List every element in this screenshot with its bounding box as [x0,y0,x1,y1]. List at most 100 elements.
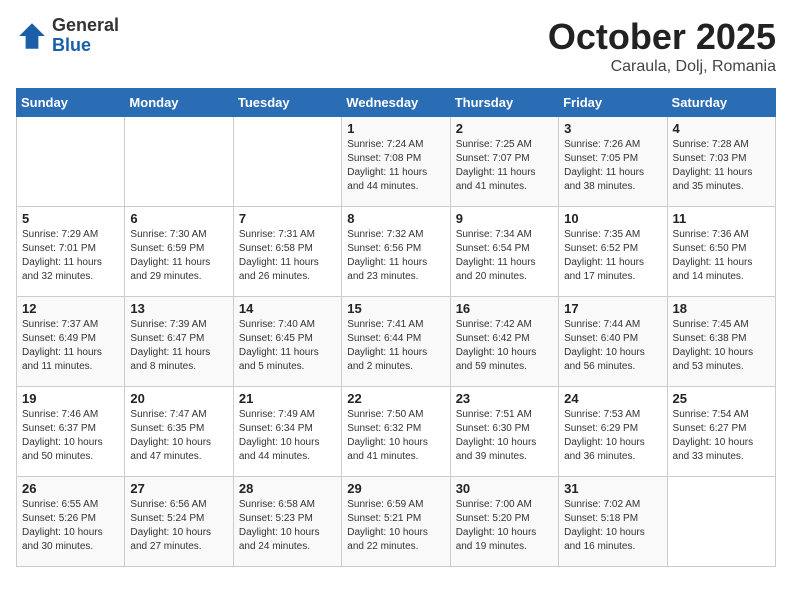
calendar-cell: 5 Sunrise: 7:29 AM Sunset: 7:01 PM Daylig… [17,207,125,297]
title-block: October 2025 Caraula, Dolj, Romania [548,16,776,76]
day-info: Sunrise: 7:51 AM Sunset: 6:30 PM Dayligh… [456,408,553,464]
calendar-cell: 3 Sunrise: 7:26 AM Sunset: 7:05 PM Daylig… [559,117,667,207]
week-row-5: 26Sunrise: 6:55 AM Sunset: 5:26 PM Dayli… [17,477,776,567]
day-number: 3 [564,121,661,136]
calendar-cell: 10 Sunrise: 7:35 AM Sunset: 6:52 PM Dayli… [559,207,667,297]
calendar-cell: 16 Sunrise: 7:42 AM Sunset: 6:42 PM Dayli… [450,297,558,387]
day-number: 20 [130,391,227,406]
day-number: 26 [22,481,119,496]
calendar-cell: 20Sunrise: 7:47 AM Sunset: 6:35 PM Dayli… [125,387,233,477]
day-info: Sunrise: 7:02 AM Sunset: 5:18 PM Dayligh… [564,498,661,554]
calendar-cell: 17 Sunrise: 7:44 AM Sunset: 6:40 PM Dayli… [559,297,667,387]
calendar-cell: 8Sunrise: 7:32 AM Sunset: 6:56 PM Daylig… [342,207,450,297]
day-info: Sunrise: 6:58 AM Sunset: 5:23 PM Dayligh… [239,498,336,554]
calendar-body: 1Sunrise: 7:24 AM Sunset: 7:08 PM Daylig… [17,117,776,567]
header-day-thursday: Thursday [450,89,558,117]
day-info: Sunrise: 7:41 AM Sunset: 6:44 PM Dayligh… [347,318,444,374]
calendar-cell: 1Sunrise: 7:24 AM Sunset: 7:08 PM Daylig… [342,117,450,207]
week-row-1: 1Sunrise: 7:24 AM Sunset: 7:08 PM Daylig… [17,117,776,207]
day-number: 11 [673,211,770,226]
day-info: Sunrise: 7:44 AM Sunset: 6:40 PM Dayligh… [564,318,661,374]
day-info: Sunrise: 7:54 AM Sunset: 6:27 PM Dayligh… [673,408,770,464]
day-info: Sunrise: 7:29 AM Sunset: 7:01 PM Dayligh… [22,228,119,284]
calendar-cell [17,117,125,207]
calendar-cell: 14Sunrise: 7:40 AM Sunset: 6:45 PM Dayli… [233,297,341,387]
week-row-2: 5 Sunrise: 7:29 AM Sunset: 7:01 PM Daylig… [17,207,776,297]
day-number: 31 [564,481,661,496]
day-info: Sunrise: 7:46 AM Sunset: 6:37 PM Dayligh… [22,408,119,464]
day-number: 28 [239,481,336,496]
calendar-cell: 15 Sunrise: 7:41 AM Sunset: 6:44 PM Dayli… [342,297,450,387]
header-day-friday: Friday [559,89,667,117]
day-number: 21 [239,391,336,406]
calendar-cell: 18Sunrise: 7:45 AM Sunset: 6:38 PM Dayli… [667,297,775,387]
header-day-wednesday: Wednesday [342,89,450,117]
calendar-cell: 4 Sunrise: 7:28 AM Sunset: 7:03 PM Daylig… [667,117,775,207]
calendar-cell: 9Sunrise: 7:34 AM Sunset: 6:54 PM Daylig… [450,207,558,297]
calendar-cell: 7Sunrise: 7:31 AM Sunset: 6:58 PM Daylig… [233,207,341,297]
day-number: 22 [347,391,444,406]
day-number: 4 [673,121,770,136]
day-info: Sunrise: 7:28 AM Sunset: 7:03 PM Dayligh… [673,138,770,194]
day-number: 18 [673,301,770,316]
day-number: 10 [564,211,661,226]
subtitle: Caraula, Dolj, Romania [548,58,776,76]
logo-general: General [52,16,119,36]
day-number: 23 [456,391,553,406]
day-number: 24 [564,391,661,406]
calendar-cell: 11 Sunrise: 7:36 AM Sunset: 6:50 PM Dayli… [667,207,775,297]
logo-blue: Blue [52,36,119,56]
day-info: Sunrise: 7:42 AM Sunset: 6:42 PM Dayligh… [456,318,553,374]
day-number: 5 [22,211,119,226]
calendar-cell: 22Sunrise: 7:50 AM Sunset: 6:32 PM Dayli… [342,387,450,477]
month-title: October 2025 [548,16,776,58]
day-number: 17 [564,301,661,316]
calendar-cell: 24 Sunrise: 7:53 AM Sunset: 6:29 PM Dayli… [559,387,667,477]
calendar-cell: 27 Sunrise: 6:56 AM Sunset: 5:24 PM Dayli… [125,477,233,567]
day-info: Sunrise: 7:35 AM Sunset: 6:52 PM Dayligh… [564,228,661,284]
day-number: 8 [347,211,444,226]
day-info: Sunrise: 7:36 AM Sunset: 6:50 PM Dayligh… [673,228,770,284]
day-number: 15 [347,301,444,316]
header-day-tuesday: Tuesday [233,89,341,117]
day-number: 9 [456,211,553,226]
day-number: 30 [456,481,553,496]
day-number: 19 [22,391,119,406]
calendar-cell [233,117,341,207]
week-row-3: 12 Sunrise: 7:37 AM Sunset: 6:49 PM Dayli… [17,297,776,387]
day-number: 12 [22,301,119,316]
calendar-cell: 13 Sunrise: 7:39 AM Sunset: 6:47 PM Dayli… [125,297,233,387]
day-info: Sunrise: 7:53 AM Sunset: 6:29 PM Dayligh… [564,408,661,464]
week-row-4: 19 Sunrise: 7:46 AM Sunset: 6:37 PM Dayli… [17,387,776,477]
day-number: 6 [130,211,227,226]
header-day-monday: Monday [125,89,233,117]
calendar-header: SundayMondayTuesdayWednesdayThursdayFrid… [17,89,776,117]
day-info: Sunrise: 6:59 AM Sunset: 5:21 PM Dayligh… [347,498,444,554]
day-number: 13 [130,301,227,316]
calendar-cell: 30Sunrise: 7:00 AM Sunset: 5:20 PM Dayli… [450,477,558,567]
day-number: 29 [347,481,444,496]
day-info: Sunrise: 7:39 AM Sunset: 6:47 PM Dayligh… [130,318,227,374]
logo: General Blue [16,16,119,56]
calendar-cell: 12 Sunrise: 7:37 AM Sunset: 6:49 PM Dayli… [17,297,125,387]
day-info: Sunrise: 7:31 AM Sunset: 6:58 PM Dayligh… [239,228,336,284]
day-number: 16 [456,301,553,316]
calendar-cell: 26Sunrise: 6:55 AM Sunset: 5:26 PM Dayli… [17,477,125,567]
calendar-cell [125,117,233,207]
page-header: General Blue October 2025 Caraula, Dolj,… [16,16,776,76]
calendar-cell: 6Sunrise: 7:30 AM Sunset: 6:59 PM Daylig… [125,207,233,297]
header-day-saturday: Saturday [667,89,775,117]
day-number: 1 [347,121,444,136]
day-info: Sunrise: 7:37 AM Sunset: 6:49 PM Dayligh… [22,318,119,374]
calendar-cell: 23 Sunrise: 7:51 AM Sunset: 6:30 PM Dayli… [450,387,558,477]
logo-text: General Blue [52,16,119,56]
day-number: 25 [673,391,770,406]
logo-icon [16,20,48,52]
day-info: Sunrise: 6:56 AM Sunset: 5:24 PM Dayligh… [130,498,227,554]
day-number: 27 [130,481,227,496]
day-info: Sunrise: 7:26 AM Sunset: 7:05 PM Dayligh… [564,138,661,194]
day-info: Sunrise: 7:40 AM Sunset: 6:45 PM Dayligh… [239,318,336,374]
calendar-cell [667,477,775,567]
calendar-cell: 2Sunrise: 7:25 AM Sunset: 7:07 PM Daylig… [450,117,558,207]
day-info: Sunrise: 7:25 AM Sunset: 7:07 PM Dayligh… [456,138,553,194]
